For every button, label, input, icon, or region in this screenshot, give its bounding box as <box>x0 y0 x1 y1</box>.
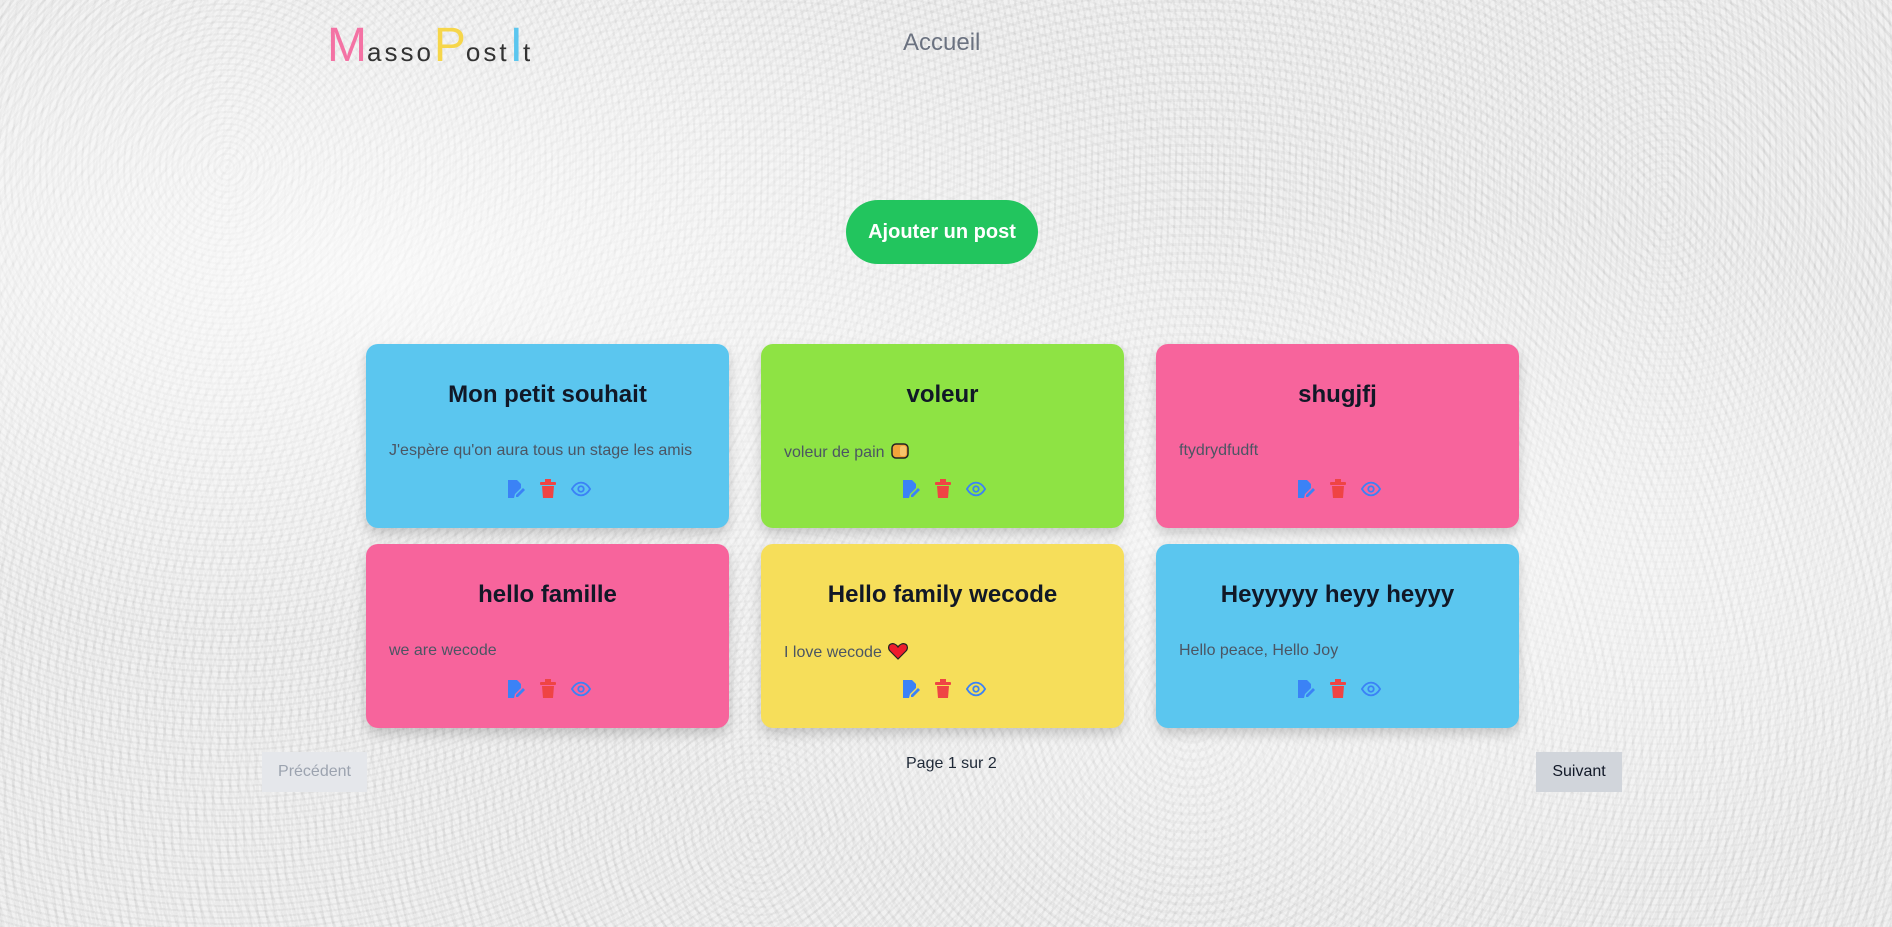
view-icon[interactable] <box>570 479 591 499</box>
post-actions <box>761 479 1124 501</box>
logo-letter-p: P <box>433 19 466 72</box>
next-page-button[interactable]: Suivant <box>1536 752 1622 792</box>
post-text-content: J'espère qu'on aura tous un stage les am… <box>389 442 693 459</box>
view-icon[interactable] <box>1360 479 1381 499</box>
delete-icon[interactable] <box>933 479 953 499</box>
post-text: J'espère qu'on aura tous un stage les am… <box>389 442 711 460</box>
delete-icon[interactable] <box>538 479 558 499</box>
edit-icon[interactable] <box>505 479 525 499</box>
post-actions <box>761 679 1124 701</box>
delete-icon[interactable] <box>538 679 558 699</box>
post-actions <box>1156 479 1519 501</box>
edit-icon[interactable] <box>900 479 920 499</box>
logo-text-asso: asso <box>366 37 434 67</box>
previous-page-button[interactable]: Précédent <box>262 752 367 792</box>
post-card: Hello family wecode I love wecode <box>761 544 1124 728</box>
post-card: voleur voleur de pain <box>761 344 1124 528</box>
view-icon[interactable] <box>965 479 986 499</box>
post-title: Hello family wecode <box>827 581 1058 608</box>
post-card: Heyyyyy heyy heyyy Hello peace, Hello Jo… <box>1156 544 1519 728</box>
bread-emoji-icon <box>890 442 909 465</box>
logo-text-ost: ost <box>465 37 510 67</box>
post-text-content: I love wecode <box>784 644 882 661</box>
view-icon[interactable] <box>965 679 986 699</box>
post-title: Heyyyyy heyy heyyy <box>1220 581 1455 608</box>
post-card: hello famille we are wecode <box>366 544 729 728</box>
post-text: we are wecode <box>389 642 711 660</box>
post-title: hello famille <box>478 581 617 608</box>
logo-letter-m: M <box>327 19 367 72</box>
post-actions <box>366 479 729 501</box>
post-title: shugjfj <box>1298 381 1377 408</box>
view-icon[interactable] <box>570 679 591 699</box>
delete-icon[interactable] <box>933 679 953 699</box>
logo-text-t: t <box>522 37 534 67</box>
edit-icon[interactable] <box>505 679 525 699</box>
page-indicator: Page 1 sur 2 <box>906 755 997 772</box>
view-icon[interactable] <box>1360 679 1381 699</box>
post-text: Hello peace, Hello Joy <box>1179 642 1501 660</box>
logo[interactable]: M asso P ost I t <box>327 18 534 72</box>
logo-letter-i: I <box>509 19 523 72</box>
post-title: Mon petit souhait <box>448 381 647 408</box>
post-card: shugjfj ftydrydfudft <box>1156 344 1519 528</box>
post-text: I love wecode <box>784 642 1106 665</box>
edit-icon[interactable] <box>1295 679 1315 699</box>
delete-icon[interactable] <box>1328 479 1348 499</box>
nav-home-link[interactable]: Accueil <box>903 29 980 57</box>
edit-icon[interactable] <box>1295 479 1315 499</box>
post-text-content: we are wecode <box>389 642 497 659</box>
post-text-content: Hello peace, Hello Joy <box>1179 642 1339 659</box>
post-text-content: voleur de pain <box>784 444 885 461</box>
edit-icon[interactable] <box>900 679 920 699</box>
post-actions <box>1156 679 1519 701</box>
post-title: voleur <box>906 381 979 408</box>
heart-emoji-icon <box>887 642 908 665</box>
post-card: Mon petit souhait J'espère qu'on aura to… <box>366 344 729 528</box>
add-post-button[interactable]: Ajouter un post <box>846 200 1038 264</box>
post-text: ftydrydfudft <box>1179 442 1501 460</box>
post-actions <box>366 679 729 701</box>
post-text: voleur de pain <box>784 442 1106 465</box>
delete-icon[interactable] <box>1328 679 1348 699</box>
post-text-content: ftydrydfudft <box>1179 442 1259 459</box>
